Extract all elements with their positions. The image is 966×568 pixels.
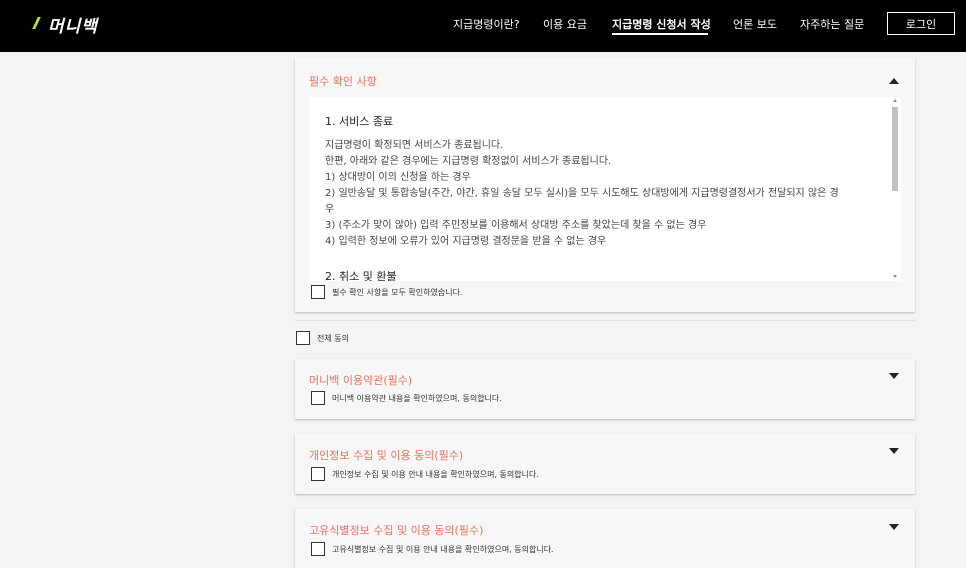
nav-item-pricing[interactable]: 이용 요금 bbox=[543, 16, 587, 32]
agreement-title[interactable]: 개인정보 수집 및 이용 동의(필수) bbox=[309, 447, 463, 463]
agree-all-checkbox[interactable] bbox=[296, 331, 310, 345]
expand-icon[interactable] bbox=[889, 448, 899, 454]
agreement-unique-id: 고유식별정보 수집 및 이용 동의(필수) 고유식별정보 수집 및 이용 안내 … bbox=[295, 509, 915, 568]
agreement-checkbox-label: 개인정보 수집 및 이용 안내 내용을 확인하였으며, 동의합니다. bbox=[332, 469, 539, 479]
logo[interactable]: 머니백 bbox=[32, 9, 98, 39]
login-button[interactable]: 로그인 bbox=[887, 12, 955, 35]
section-heading: 2. 취소 및 환불 bbox=[325, 270, 397, 281]
agreement-checkbox-row[interactable]: 개인정보 수집 및 이용 안내 내용을 확인하였으며, 동의합니다. bbox=[311, 467, 539, 481]
agreement-title[interactable]: 고유식별정보 수집 및 이용 동의(필수) bbox=[309, 522, 483, 538]
body-line: 3) (주소가 맞이 않아) 입력 주민정보를 이용해서 상대방 주소를 찾았는… bbox=[325, 220, 707, 231]
nav-item-faq[interactable]: 자주하는 질문 bbox=[800, 16, 864, 32]
scrollbar-thumb[interactable] bbox=[892, 107, 898, 191]
body-line: 우 bbox=[325, 204, 335, 215]
agreement-checkbox[interactable] bbox=[311, 391, 325, 405]
confirm-checkbox[interactable] bbox=[311, 285, 325, 299]
confirm-checkbox-label: 필수 확인 사항을 모두 확인하였습니다. bbox=[332, 287, 463, 297]
agreement-checkbox-label: 고유식별정보 수집 및 이용 안내 내용을 확인하였으며, 동의합니다. bbox=[332, 544, 554, 554]
agreement-terms-of-use: 머니백 이용약관(필수) 머니백 이용약관 내용을 확인하였으며, 동의합니다. bbox=[295, 359, 915, 419]
body-line: 한편, 아래와 같은 경우에는 지급명령 확정없이 서비스가 종료됩니다. bbox=[325, 156, 612, 167]
agree-all-label: 전체 동의 bbox=[317, 333, 349, 343]
logo-text: 머니백 bbox=[48, 16, 98, 37]
nav-item-write-application[interactable]: 지급명령 신청서 작성 bbox=[612, 16, 711, 32]
terms-scroll-area[interactable]: 1. 서비스 종료 지급명령이 확정되면 서비스가 종료됩니다. 한편, 아래와… bbox=[309, 97, 901, 281]
confirm-checkbox-row[interactable]: 필수 확인 사항을 모두 확인하였습니다. bbox=[311, 285, 462, 299]
body-line: 2) 일반송달 및 통합송달(주간, 야간, 휴일 송달 모두 실시)을 모두 … bbox=[325, 188, 839, 199]
agreement-checkbox-label: 머니백 이용약관 내용을 확인하였으며, 동의합니다. bbox=[332, 393, 502, 403]
expand-icon[interactable] bbox=[889, 373, 899, 379]
agreement-checkbox[interactable] bbox=[311, 467, 325, 481]
nav-item-press[interactable]: 언론 보도 bbox=[733, 16, 777, 32]
scroll-up-icon[interactable] bbox=[893, 99, 897, 102]
collapse-icon[interactable] bbox=[889, 78, 899, 84]
agreement-checkbox[interactable] bbox=[311, 542, 325, 556]
section-divider bbox=[295, 320, 915, 321]
body-line: 지급명령이 확정되면 서비스가 종료됩니다. bbox=[325, 140, 504, 151]
panel-title[interactable]: 필수 확인 사항 bbox=[309, 73, 377, 89]
logo-mark-icon bbox=[32, 13, 44, 35]
expand-icon[interactable] bbox=[889, 524, 899, 530]
agreement-privacy: 개인정보 수집 및 이용 동의(필수) 개인정보 수집 및 이용 안내 내용을 … bbox=[295, 434, 915, 494]
agreement-checkbox-row[interactable]: 머니백 이용약관 내용을 확인하였으며, 동의합니다. bbox=[311, 391, 502, 405]
top-navigation-bar: 머니백 지급명령이란? 이용 요금 지급명령 신청서 작성 언론 보도 자주하는… bbox=[0, 0, 966, 52]
scroll-down-icon[interactable] bbox=[893, 275, 897, 278]
agree-all-row[interactable]: 전체 동의 bbox=[296, 331, 349, 345]
body-line: 1) 상대방이 이의 신청을 하는 경우 bbox=[325, 172, 471, 183]
body-line: 4) 입력한 정보에 오류가 있어 지급명령 결정문을 받을 수 없는 경우 bbox=[325, 236, 607, 247]
agreement-checkbox-row[interactable]: 고유식별정보 수집 및 이용 안내 내용을 확인하였으며, 동의합니다. bbox=[311, 542, 554, 556]
vertical-scrollbar[interactable] bbox=[889, 97, 901, 281]
required-confirmation-panel: 필수 확인 사항 1. 서비스 종료 지급명령이 확정되면 서비스가 종료됩니다… bbox=[295, 58, 915, 312]
agreement-title[interactable]: 머니백 이용약관(필수) bbox=[309, 372, 412, 388]
section-heading: 1. 서비스 종료 bbox=[325, 115, 394, 128]
nav-item-what-is-payment-order[interactable]: 지급명령이란? bbox=[453, 16, 520, 32]
active-nav-underline bbox=[612, 33, 708, 35]
